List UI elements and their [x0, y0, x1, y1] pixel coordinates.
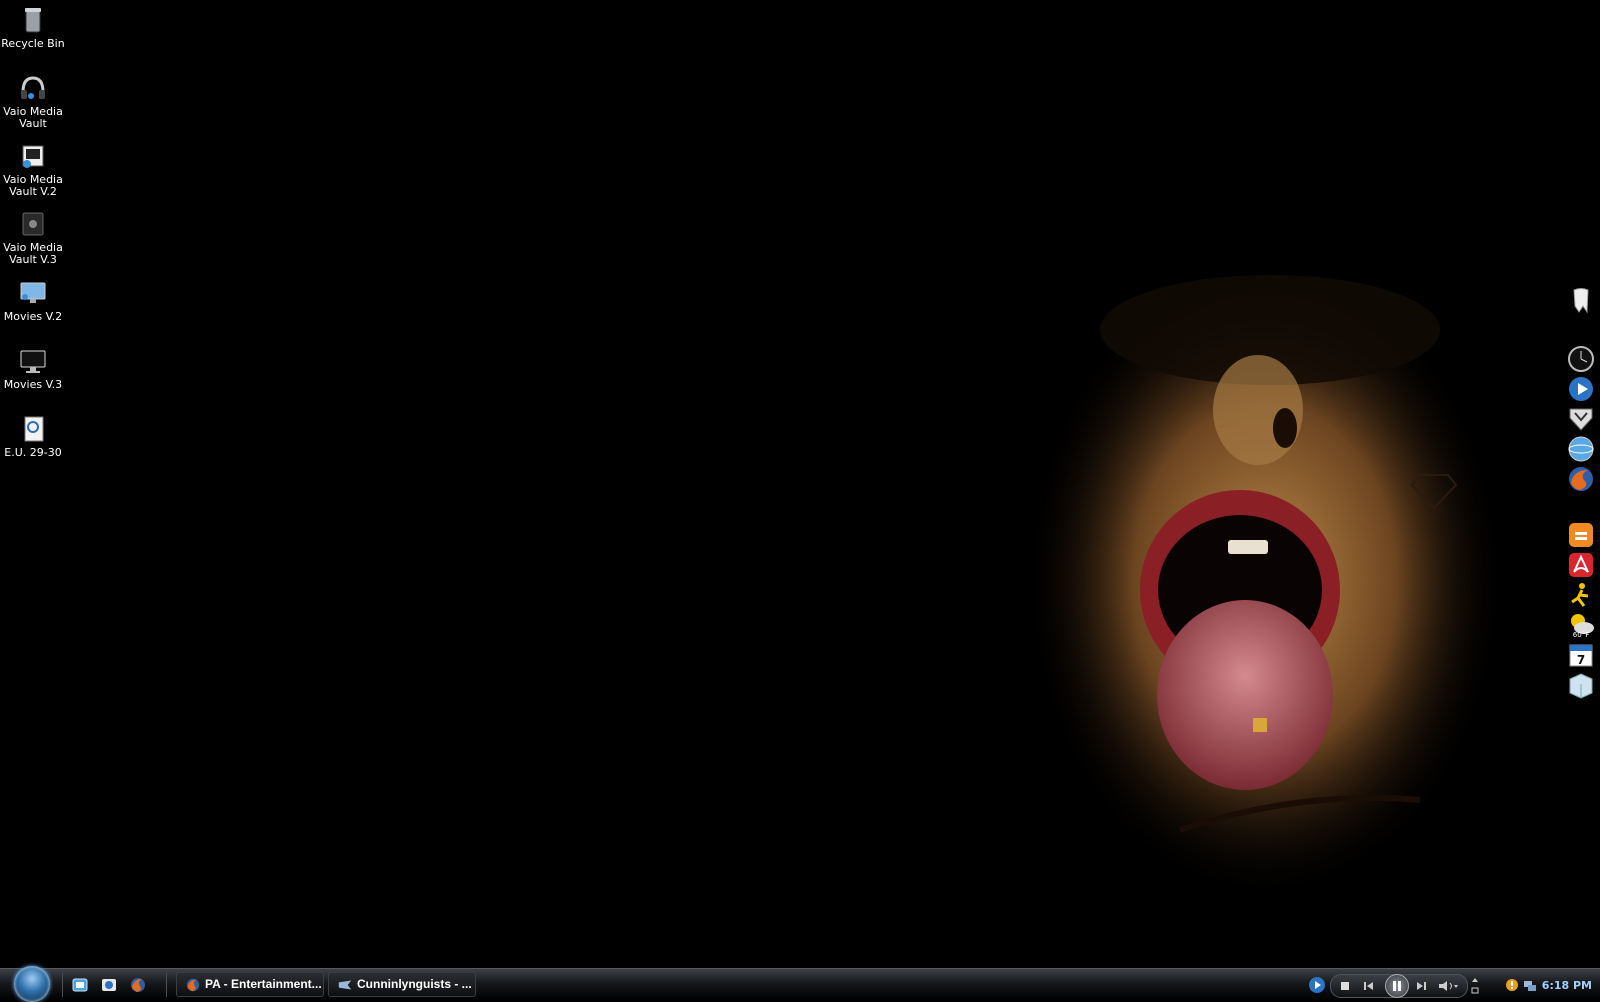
wallpaper	[0, 0, 1600, 968]
aim-icon[interactable]	[1566, 580, 1596, 610]
desktop-icon-label: E.U. 29-30	[4, 446, 62, 459]
toolbar-expand-icon[interactable]	[1470, 973, 1480, 997]
media-controls	[1330, 974, 1468, 998]
system-clock[interactable]: 6:18 PM	[1542, 979, 1592, 992]
system-tray: 6:18 PM	[1498, 972, 1600, 998]
taskbar-separator	[62, 973, 63, 997]
weather-temperature: 60°F	[1573, 631, 1589, 639]
clock-icon[interactable]	[1566, 344, 1596, 374]
taskbar-button-firefox[interactable]: PA - Entertainment...	[176, 972, 324, 997]
desktop-icon-movies-v3[interactable]: Movies V.3	[0, 341, 66, 391]
desktop-icon-vaio-media-vault-v2[interactable]: Vaio Media Vault V.2	[0, 136, 66, 198]
document-icon	[24, 416, 44, 442]
desktop-icon-label: Vaio Media Vault V.3	[3, 241, 63, 266]
media-player-toolbar-icon[interactable]	[1308, 976, 1326, 994]
desktop-icon-vaio-media-vault-v3[interactable]: Vaio Media Vault V.3	[0, 204, 66, 266]
blogger-icon[interactable]	[1566, 520, 1596, 550]
desktop-icon-label: Movies V.3	[3, 378, 63, 391]
previous-icon[interactable]	[1361, 980, 1375, 992]
stop-icon[interactable]	[1339, 980, 1351, 992]
shield-icon[interactable]	[1566, 404, 1596, 434]
volume-icon[interactable]	[1437, 979, 1459, 993]
monitor-black-icon	[20, 350, 46, 373]
weather-icon[interactable]: 60°F	[1566, 610, 1596, 640]
desktop-icon-label: Movies V.2	[3, 310, 63, 323]
media-icon[interactable]	[100, 976, 118, 994]
tooth-icon[interactable]	[1566, 286, 1596, 316]
desktop-icon-eu-29-30[interactable]: E.U. 29-30	[0, 409, 66, 459]
desktop-icon-vaio-media-vault[interactable]: Vaio Media Vault	[0, 68, 66, 130]
firefox-icon[interactable]	[129, 976, 147, 994]
desktop-icon-label: Vaio Media Vault	[3, 105, 63, 130]
taskbar-button-label: Cunninlynguists - ...	[357, 977, 472, 991]
media-player-icon[interactable]	[1566, 374, 1596, 404]
taskbar-separator	[166, 973, 167, 997]
acrobat-icon[interactable]	[1566, 550, 1596, 580]
recycle-bin-icon	[25, 8, 41, 33]
show-desktop-icon[interactable]	[71, 976, 89, 994]
start-button[interactable]	[14, 966, 50, 1002]
calendar-icon[interactable]: 7	[1566, 640, 1596, 670]
pause-button[interactable]	[1385, 974, 1409, 998]
desktop-icon-movies-v2[interactable]: Movies V.2	[0, 273, 66, 323]
headphones-icon	[21, 76, 45, 99]
media-player-icon	[338, 980, 352, 990]
box-icon[interactable]	[1566, 670, 1596, 700]
pause-icon	[1393, 981, 1401, 991]
security-alert-icon[interactable]	[1504, 977, 1520, 993]
desktop-icon-recycle-bin[interactable]: Recycle Bin	[0, 0, 66, 50]
desktop-icon-label: Recycle Bin	[1, 37, 65, 50]
side-dock: 60°F 7	[1560, 282, 1600, 722]
firefox-icon[interactable]	[1566, 464, 1596, 494]
next-icon[interactable]	[1415, 980, 1429, 992]
monitor-icon	[20, 282, 46, 303]
dark-folder-icon	[22, 212, 44, 236]
taskbar-button-media-player[interactable]: Cunninlynguists - ...	[328, 972, 476, 997]
network-icon[interactable]	[1522, 977, 1538, 993]
taskbar: PA - Entertainment... Cunninlynguists - …	[0, 966, 1600, 1002]
desktop-icon-label: Vaio Media Vault V.2	[3, 173, 63, 198]
media-folder-icon	[22, 145, 44, 168]
globe-icon[interactable]	[1566, 434, 1596, 464]
firefox-icon	[186, 978, 200, 992]
taskbar-button-label: PA - Entertainment...	[205, 977, 322, 991]
calendar-day: 7	[1577, 653, 1585, 667]
